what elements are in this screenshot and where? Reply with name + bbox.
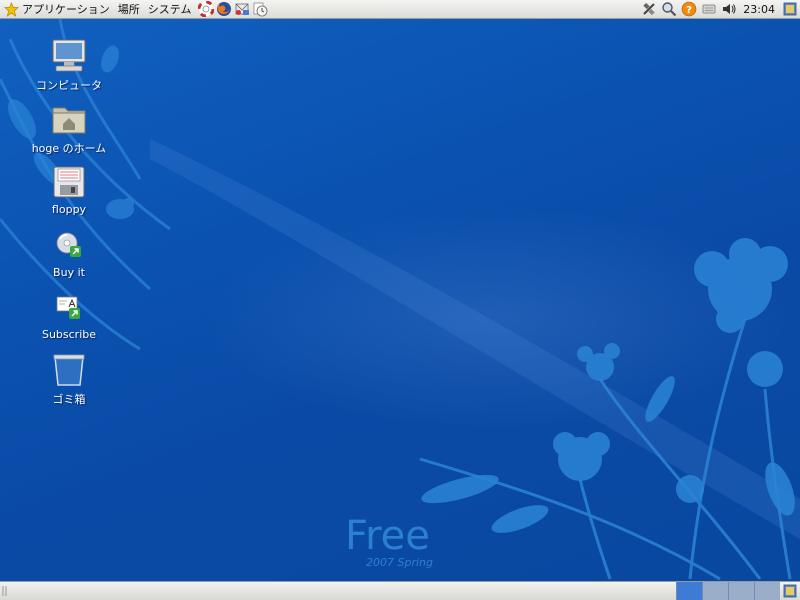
show-desktop-button[interactable]: [0, 583, 10, 600]
grip-icon: [2, 586, 7, 596]
workspace-4[interactable]: [754, 582, 780, 600]
desktop[interactable]: Free 2007 Spring コンピュータ hoge のホーム floppy…: [0, 19, 800, 581]
workspace-switcher: [676, 582, 780, 600]
applications-menu[interactable]: アプリケーション: [0, 0, 114, 19]
wallpaper-subtitle: 2007 Spring: [366, 556, 433, 569]
desktop-icon-label: Subscribe: [41, 328, 97, 341]
wallpaper-art: Free 2007 Spring: [0, 19, 800, 581]
desktop-icon-label: floppy: [51, 203, 87, 216]
help-icon[interactable]: ?: [680, 1, 697, 18]
computer-icon: [49, 36, 89, 76]
workspace-2[interactable]: [702, 582, 728, 600]
clock-notes-icon[interactable]: [251, 1, 268, 18]
desktop-icon-label: Buy it: [53, 266, 85, 279]
places-menu-label: 場所: [117, 3, 140, 16]
notification-area: ? 23:04: [640, 1, 800, 18]
top-panel: アプリケーション 場所 システム ? 23:04: [0, 0, 800, 19]
svg-text:?: ?: [686, 5, 692, 16]
desktop-icon-computer[interactable]: コンピュータ: [19, 36, 119, 93]
star-icon: [3, 1, 19, 17]
desktop-icon-trash[interactable]: ゴミ箱: [19, 350, 119, 407]
window-list[interactable]: [10, 583, 676, 600]
firefox-icon[interactable]: [215, 1, 232, 18]
volume-icon[interactable]: [720, 1, 737, 18]
wallpaper-title: Free: [345, 513, 430, 559]
places-menu[interactable]: 場所: [114, 0, 144, 19]
launcher-group: [197, 1, 268, 18]
panel-trash-applet[interactable]: [780, 582, 800, 600]
workspace-3[interactable]: [728, 582, 754, 600]
panel-applet-icon[interactable]: [781, 1, 798, 18]
desktop-icon-subscribe[interactable]: Subscribe: [19, 287, 119, 341]
system-menu[interactable]: システム: [144, 0, 196, 19]
desktop-icon-floppy[interactable]: floppy: [19, 162, 119, 216]
help-lifebuoy-icon[interactable]: [197, 1, 214, 18]
network-icon[interactable]: [640, 1, 657, 18]
desktop-icon-label: ゴミ箱: [52, 393, 86, 406]
search-icon[interactable]: [660, 1, 677, 18]
mail-client-icon[interactable]: [233, 1, 250, 18]
desktop-icon-label: hoge のホーム: [31, 142, 107, 155]
desktop-icon-label: コンピュータ: [36, 79, 102, 92]
clock[interactable]: 23:04: [740, 3, 778, 16]
trash-icon: [49, 350, 89, 390]
system-menu-label: システム: [147, 3, 192, 16]
keyboard-icon[interactable]: [700, 1, 717, 18]
applications-menu-label: アプリケーション: [22, 3, 110, 16]
desktop-icon-home[interactable]: hoge のホーム: [19, 99, 119, 156]
floppy-icon: [49, 162, 89, 202]
desktop-icon-buy-it[interactable]: Buy it: [19, 225, 119, 279]
workspace-1[interactable]: [676, 582, 702, 600]
home-folder-icon: [49, 99, 89, 139]
cd-buy-icon: [49, 225, 89, 265]
subscribe-icon: [49, 287, 89, 327]
bottom-panel: [0, 581, 800, 600]
panel-applet-icon: [783, 584, 797, 598]
